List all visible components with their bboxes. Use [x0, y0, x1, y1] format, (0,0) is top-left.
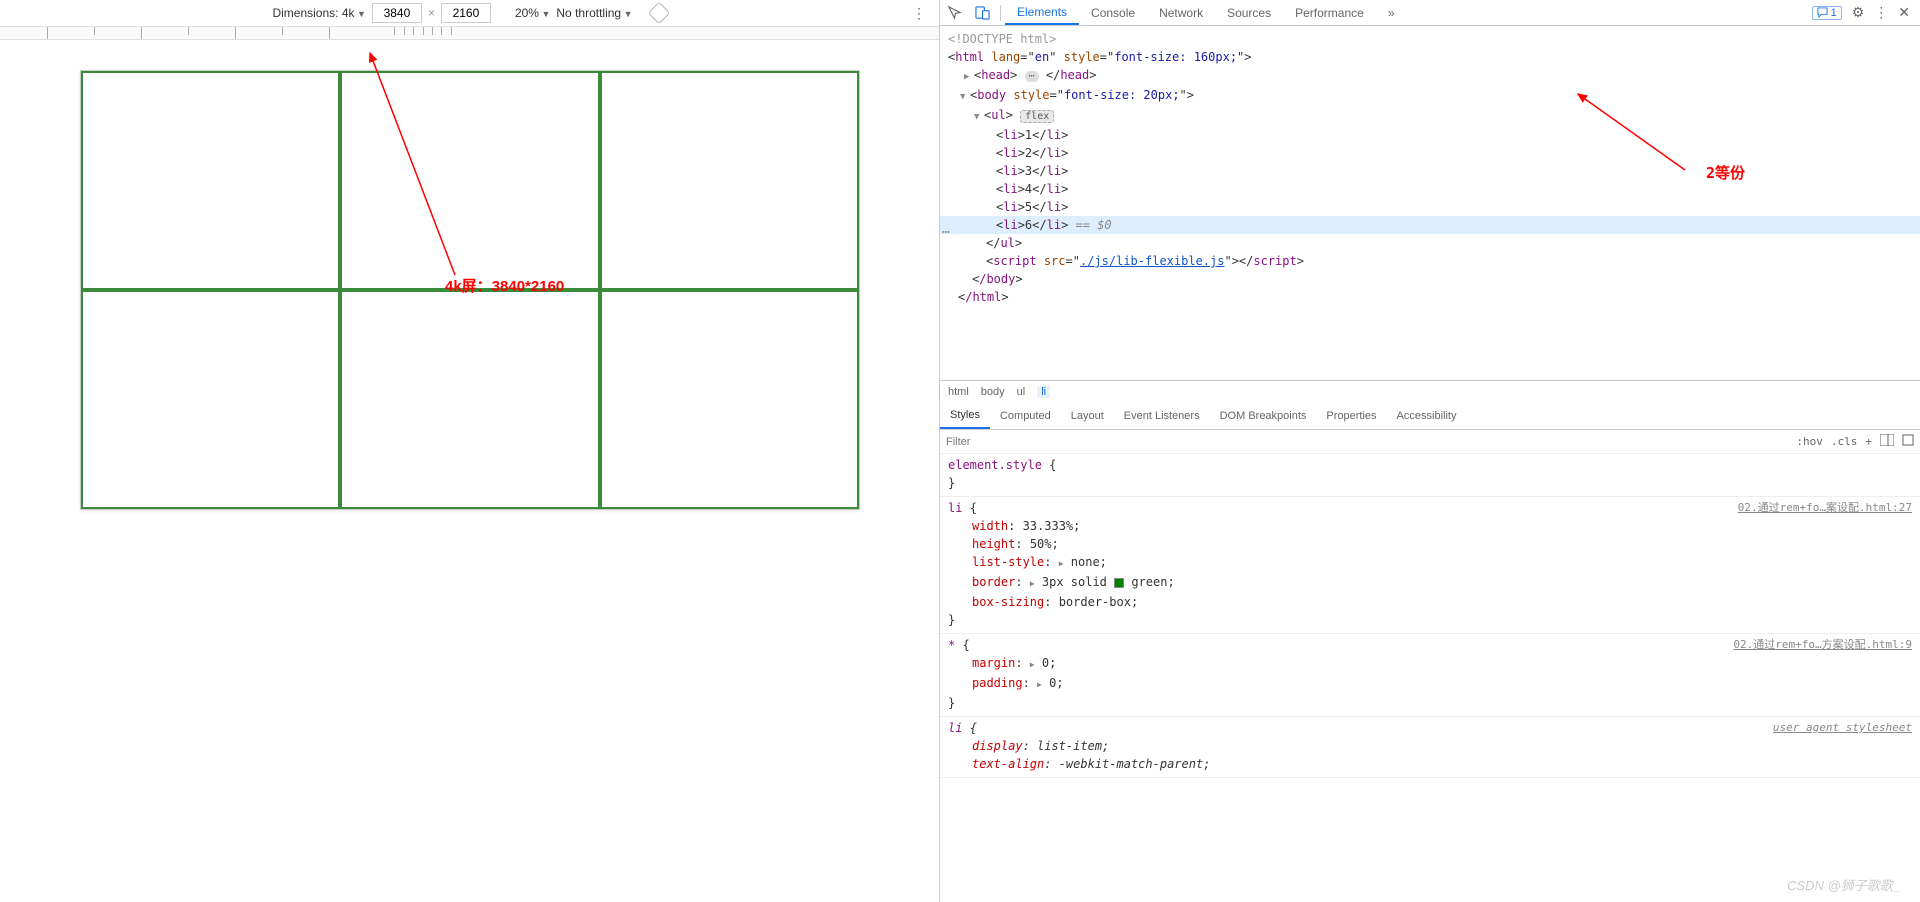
styles-more-icon[interactable] [1902, 434, 1914, 449]
dom-html-close[interactable]: </html> [940, 288, 1920, 306]
grid-cell [340, 290, 599, 509]
device-toolbar: Dimensions: 4k × 20% No throttling ⋮ [0, 0, 939, 26]
dom-li-3[interactable]: <li>3</li> [940, 162, 1920, 180]
inspect-icon[interactable] [940, 0, 968, 25]
color-swatch-icon[interactable] [1114, 578, 1124, 588]
tab-computed[interactable]: Computed [990, 402, 1061, 429]
styles-filter-row: :hov .cls + [940, 430, 1920, 454]
rule-ua-li[interactable]: user agent stylesheet li { display: list… [940, 717, 1920, 778]
dom-head[interactable]: ▶<head> ⋯ </head> [940, 66, 1920, 86]
styles-filter-input[interactable] [946, 436, 1788, 448]
breadcrumb[interactable]: html body ul li [940, 380, 1920, 402]
dimension-separator: × [428, 6, 435, 20]
tab-network[interactable]: Network [1147, 0, 1215, 25]
styles-pane[interactable]: element.style { } 02.通过rem+fo…案设配.html:2… [940, 454, 1920, 902]
new-rule-icon[interactable]: + [1865, 435, 1872, 448]
close-icon[interactable]: ✕ [1898, 4, 1910, 21]
grid-cell [81, 290, 340, 509]
zoom-dropdown[interactable]: 20% [515, 6, 550, 20]
rule-li[interactable]: 02.通过rem+fo…案设配.html:27 li { width: 33.3… [940, 497, 1920, 634]
dom-li-5[interactable]: <li>5</li> [940, 198, 1920, 216]
grid-cell [600, 71, 859, 290]
ruler [0, 26, 939, 40]
crumb-body[interactable]: body [981, 386, 1005, 398]
dom-html-open[interactable]: <html lang="en" style="font-size: 160px;… [940, 48, 1920, 66]
dom-doctype[interactable]: <!DOCTYPE html> [940, 30, 1920, 48]
grid-cell [600, 290, 859, 509]
dom-li-2[interactable]: <li>2</li> [940, 144, 1920, 162]
tab-layout[interactable]: Layout [1061, 402, 1114, 429]
settings-icon[interactable]: ⚙ [1852, 4, 1865, 21]
device-menu-icon[interactable]: ⋮ [912, 5, 927, 22]
rule-star[interactable]: 02.通过rem+fo…方案设配.html:9 * { margin: ▶ 0;… [940, 634, 1920, 717]
devtools-tabbar: Elements Console Network Sources Perform… [940, 0, 1920, 26]
tab-more[interactable]: » [1376, 0, 1407, 25]
dom-li-6-selected[interactable]: <li>6</li> == $0 [940, 216, 1920, 234]
ua-stylesheet-label: user agent stylesheet [1773, 719, 1912, 737]
height-input[interactable] [441, 3, 491, 23]
dom-row-menu-icon[interactable]: ⋯ [942, 224, 950, 242]
throttle-dropdown[interactable]: No throttling [556, 6, 632, 20]
dom-script[interactable]: <script src="./js/lib-flexible.js"></scr… [940, 252, 1920, 270]
tab-accessibility[interactable]: Accessibility [1387, 402, 1467, 429]
rule-element-style[interactable]: element.style { } [940, 454, 1920, 497]
tab-sources[interactable]: Sources [1215, 0, 1283, 25]
more-menu-icon[interactable]: ⋮ [1874, 4, 1888, 21]
dom-li-4[interactable]: <li>4</li> [940, 180, 1920, 198]
dom-ul-close[interactable]: </ul> [940, 234, 1920, 252]
dimensions-dropdown[interactable]: Dimensions: 4k [272, 6, 365, 20]
tab-properties[interactable]: Properties [1316, 402, 1386, 429]
tab-dom-breakpoints[interactable]: DOM Breakpoints [1210, 402, 1317, 429]
dom-ul-open[interactable]: ▼<ul> flex [940, 106, 1920, 126]
cls-button[interactable]: .cls [1831, 435, 1858, 448]
crumb-li[interactable]: li [1037, 386, 1050, 398]
rule-source-link[interactable]: 02.通过rem+fo…案设配.html:27 [1738, 499, 1912, 517]
styles-tabbar: Styles Computed Layout Event Listeners D… [940, 402, 1920, 430]
tab-styles[interactable]: Styles [940, 402, 990, 429]
rotate-icon[interactable] [647, 2, 670, 25]
computed-toggle-icon[interactable] [1880, 434, 1894, 449]
annotation-text-1: 4k屏：3840*2160 [445, 275, 564, 296]
annotation-text-2: 2等份 [1706, 164, 1745, 182]
crumb-html[interactable]: html [948, 386, 969, 398]
tab-elements[interactable]: Elements [1005, 0, 1079, 25]
tab-event-listeners[interactable]: Event Listeners [1114, 402, 1210, 429]
device-toggle-icon[interactable] [968, 0, 996, 25]
messages-badge[interactable]: 1 [1812, 6, 1842, 20]
tab-console[interactable]: Console [1079, 0, 1147, 25]
grid-cell [81, 71, 340, 290]
dom-li-1[interactable]: <li>1</li> [940, 126, 1920, 144]
tab-performance[interactable]: Performance [1283, 0, 1376, 25]
device-viewport: 4k屏：3840*2160 [0, 40, 939, 902]
elements-tree[interactable]: <!DOCTYPE html> <html lang="en" style="f… [940, 26, 1920, 380]
crumb-ul[interactable]: ul [1017, 386, 1026, 398]
dom-body-open[interactable]: ▼<body style="font-size: 20px;"> [940, 86, 1920, 106]
dom-body-close[interactable]: </body> [940, 270, 1920, 288]
grid-cell [340, 71, 599, 290]
rule-source-link[interactable]: 02.通过rem+fo…方案设配.html:9 [1733, 636, 1912, 654]
hov-button[interactable]: :hov [1796, 435, 1823, 448]
width-input[interactable] [372, 3, 422, 23]
